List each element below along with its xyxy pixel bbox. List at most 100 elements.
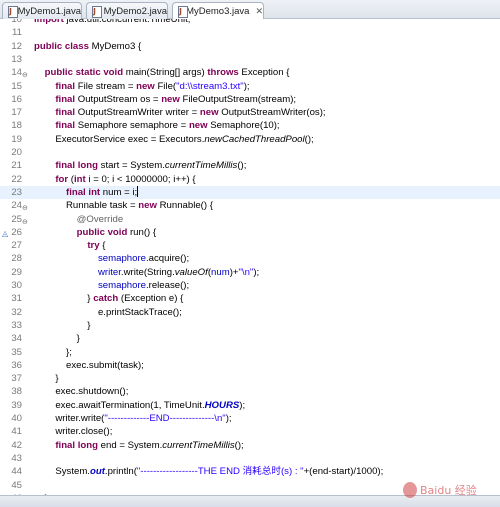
code-line[interactable]: 29 writer.write(String.valueOf(num)+"\n"…: [0, 266, 500, 279]
code-token: valueOf: [174, 266, 208, 278]
line-number: 35: [11, 346, 22, 358]
code-line[interactable]: 27 try {: [0, 239, 500, 252]
line-number: 10: [11, 19, 22, 25]
line-number: 42: [11, 439, 22, 451]
code-token: i = 0; i < 10000000; i++) {: [85, 173, 196, 185]
tab-mydemo1[interactable]: MyDemo1.java: [2, 2, 82, 19]
code-line[interactable]: 33 }: [0, 319, 500, 332]
code-line[interactable]: 36 exec.submit(task);: [0, 359, 500, 372]
code-token: public: [34, 40, 63, 52]
code-token: MyDemo3 {: [88, 40, 142, 52]
code-token: .write(String.: [120, 266, 175, 278]
code-text: final long start = System.currentTimeMil…: [34, 159, 246, 172]
code-line[interactable]: 21 final long start = System.currentTime…: [0, 159, 500, 172]
line-number: 21: [11, 160, 22, 172]
code-token: final: [55, 93, 76, 105]
code-line[interactable]: 23 final int num = i;: [0, 185, 500, 200]
code-token: new: [161, 93, 180, 105]
code-line[interactable]: 34 }: [0, 332, 500, 345]
line-number: 37: [11, 373, 22, 385]
code-token: new: [188, 120, 208, 132]
code-text: try {: [34, 239, 105, 252]
code-text: exec.awaitTermination(1, TimeUnit.HOURS)…: [34, 399, 245, 412]
code-token: (Exception e) {: [118, 293, 184, 305]
code-token: writer.close();: [34, 426, 113, 438]
code-text: final OutputStream os = new FileOutputSt…: [34, 93, 296, 106]
tab-label: MyDemo1.java: [17, 5, 81, 17]
code-text: ExecutorService exec = Executors.newCach…: [34, 133, 313, 146]
line-number: 12: [11, 40, 22, 52]
code-line[interactable]: 19 ExecutorService exec = Executors.newC…: [0, 133, 500, 146]
code-token: );: [243, 80, 250, 92]
code-token: System.: [34, 466, 90, 478]
code-line[interactable]: 41 writer.close();: [0, 425, 500, 438]
code-token: "------------------THE END 消耗总时(s) : ": [136, 466, 304, 478]
code-text: semaphore.acquire();: [34, 252, 189, 265]
code-line[interactable]: 13: [0, 53, 500, 66]
code-line[interactable]: 10 import java.util.concurrent.TimeUnit;: [0, 19, 500, 26]
code-line[interactable]: 18 final Semaphore semaphore = new Semap…: [0, 119, 500, 132]
code-editor[interactable]: 10 import java.util.concurrent.TimeUnit; 1…: [0, 19, 500, 495]
code-line[interactable]: 28 semaphore.acquire();: [0, 252, 500, 265]
code-line[interactable]: 38 exec.shutdown();: [0, 385, 500, 398]
code-token: );: [239, 399, 246, 411]
code-line[interactable]: 37 }: [0, 372, 500, 385]
code-line[interactable]: 40 writer.write("-------------END-------…: [0, 412, 500, 425]
code-line[interactable]: 20: [0, 146, 500, 159]
code-token: Runnable task =: [34, 200, 139, 212]
code-line[interactable]: 12 public class MyDemo3 {: [0, 40, 500, 53]
code-token: .println(: [104, 466, 137, 478]
tab-label: MyDemo2.java: [103, 5, 167, 17]
code-token: try: [87, 240, 100, 252]
code-line[interactable]: 11: [0, 26, 500, 39]
code-token: );: [253, 266, 260, 278]
code-text: writer.close();: [34, 425, 112, 438]
line-number: 23: [11, 186, 22, 198]
code-line[interactable]: 42 final long end = System.currentTimeMi…: [0, 439, 500, 452]
close-tab-icon[interactable]: ✕: [255, 6, 263, 17]
code-token: run() {: [127, 226, 157, 238]
code-token: {: [99, 240, 106, 252]
line-number: 14: [11, 67, 22, 79]
code-token: exec.submit(task);: [34, 359, 144, 371]
code-line[interactable]: 22 for (int i = 0; i < 10000000; i++) {: [0, 173, 500, 186]
line-number: 25: [11, 213, 22, 225]
code-line[interactable]: 30 semaphore.release();: [0, 279, 500, 292]
code-line[interactable]: 16 final OutputStream os = new FileOutpu…: [0, 93, 500, 106]
code-token: HOURS: [204, 399, 240, 411]
code-line[interactable]: 31 } catch (Exception e) {: [0, 292, 500, 305]
tab-mydemo2[interactable]: MyDemo2.java: [86, 2, 168, 19]
override-marker-icon[interactable]: ◬: [2, 227, 8, 240]
code-line[interactable]: 32 e.printStackTrace();: [0, 306, 500, 319]
line-number: 22: [11, 173, 22, 185]
line-number: 40: [11, 413, 22, 424]
code-text: semaphore.release();: [34, 279, 189, 292]
line-number: 43: [11, 452, 22, 464]
code-token: out: [89, 466, 105, 478]
code-text: exec.shutdown();: [34, 385, 128, 398]
code-line[interactable]: 26 ◬ public void run() {: [0, 226, 500, 239]
tab-label: *MyDemo3.java: [182, 6, 250, 17]
tab-mydemo3[interactable]: *MyDemo3.java ✕: [172, 2, 264, 20]
code-token: final: [55, 120, 76, 132]
code-line[interactable]: 39 exec.awaitTermination(1, TimeUnit.HOU…: [0, 399, 500, 412]
code-token: new: [199, 107, 219, 119]
code-line[interactable]: 17 final OutputStreamWriter writer = new…: [0, 106, 500, 119]
code-line[interactable]: 43: [0, 452, 500, 465]
code-token: }: [34, 333, 80, 345]
code-line[interactable]: 35 };: [0, 346, 500, 359]
code-line[interactable]: 25 ⊖ @Override: [0, 213, 500, 226]
code-line[interactable]: 14 ⊖ public static void main(String[] arg…: [0, 66, 500, 79]
code-text: };: [34, 346, 72, 359]
line-number: 41: [11, 426, 22, 438]
code-token: @Override: [76, 213, 124, 225]
java-file-icon: [177, 6, 191, 18]
code-line[interactable]: 24 ⊖ Runnable task = new Runnable() {: [0, 199, 500, 212]
code-text: } catch (Exception e) {: [34, 292, 183, 305]
code-line[interactable]: 15 final File stream = new File("d:\\str…: [0, 80, 500, 93]
